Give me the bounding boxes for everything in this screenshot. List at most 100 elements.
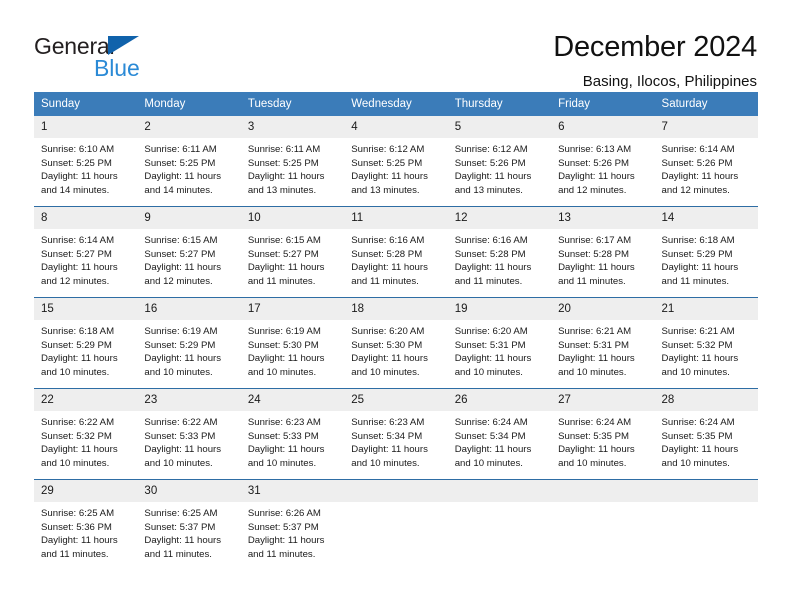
day-daylight-text: Daylight: 11 hours [661,262,739,274]
day-cell[interactable]: 7 Sunrise: 6:14 AM Sunset: 5:26 PM Daylight… [654,116,758,207]
day-daylight-text: and 13 minutes. [454,184,523,196]
general-blue-logo[interactable]: General Blue [34,30,204,80]
day-daylight-text: Daylight: 11 hours [41,353,118,365]
day-cell[interactable]: 20 Sunrise: 6:21 AM Sunset: 5:31 PM Dayligh… [551,297,655,389]
day-daylight-text: Daylight: 11 hours [41,262,118,274]
day-details: Sunrise: 6:11 AM Sunset: 5:25 PM Daylight:… [137,138,240,197]
day-details: Sunrise: 6:24 AM Sunset: 5:34 PM Daylight:… [448,411,551,470]
day-cell[interactable]: 28 Sunrise: 6:24 AM Sunset: 5:35 PM Dayligh… [654,388,758,480]
day-daylight-text: and 14 minutes. [144,184,213,196]
day-cell[interactable]: 24 Sunrise: 6:23 AM Sunset: 5:33 PM Dayligh… [240,388,345,480]
calendar-week-row: 8 Sunrise: 6:14 AM Sunset: 5:27 PM Daylight… [34,206,758,298]
day-details: Sunrise: 6:10 AM Sunset: 5:25 PM Daylight:… [34,138,137,197]
day-details: Sunrise: 6:15 AM Sunset: 5:27 PM Daylight:… [137,229,240,288]
day-cell[interactable]: 11 Sunrise: 6:16 AM Sunset: 5:28 PM Dayligh… [344,206,448,298]
day-cell-empty [344,479,448,570]
day-daylight-text: Daylight: 11 hours [558,171,635,183]
day-cell[interactable]: 13 Sunrise: 6:17 AM Sunset: 5:28 PM Dayligh… [551,206,655,298]
day-sunrise-text: Sunrise: 6:21 AM [661,326,735,337]
day-cell-inner: 13 Sunrise: 6:17 AM Sunset: 5:28 PM Dayligh… [551,207,655,297]
title-block: December 2024 Basing, Ilocos, Philippine… [553,30,757,92]
day-sunset-text: Sunset: 5:28 PM [454,248,526,260]
day-number: 1 [34,116,138,138]
day-daylight-text: Daylight: 11 hours [144,171,222,183]
day-daylight-text: Daylight: 11 hours [247,353,325,365]
weekday-header-friday: Friday [551,92,655,116]
day-daylight-text: and 10 minutes. [41,457,110,469]
day-cell[interactable]: 15 Sunrise: 6:18 AM Sunset: 5:29 PM Dayligh… [34,297,138,389]
day-daylight-text: and 10 minutes. [144,457,213,469]
day-daylight-text: and 10 minutes. [454,366,523,378]
day-cell[interactable]: 12 Sunrise: 6:16 AM Sunset: 5:28 PM Dayligh… [447,206,552,298]
day-cell[interactable]: 18 Sunrise: 6:20 AM Sunset: 5:30 PM Dayligh… [344,297,448,389]
day-sunset-text: Sunset: 5:31 PM [454,339,526,351]
weekday-header-sunday: Sunday [34,92,138,116]
day-daylight-text: and 10 minutes. [247,457,317,469]
day-cell[interactable]: 8 Sunrise: 6:14 AM Sunset: 5:27 PM Daylight… [34,206,138,298]
day-details: Sunrise: 6:21 AM Sunset: 5:32 PM Daylight:… [655,320,758,379]
day-sunset-text: Sunset: 5:33 PM [247,430,319,442]
day-cell[interactable]: 27 Sunrise: 6:24 AM Sunset: 5:35 PM Dayligh… [551,388,655,480]
day-sunset-text: Sunset: 5:29 PM [661,248,733,260]
day-cell[interactable]: 29 Sunrise: 6:25 AM Sunset: 5:36 PM Dayligh… [34,479,138,570]
day-daylight-text: Daylight: 11 hours [247,535,325,547]
day-sunset-text: Sunset: 5:27 PM [144,248,216,260]
day-number: 2 [137,116,241,138]
day-daylight-text: Daylight: 11 hours [454,171,532,183]
day-cell[interactable]: 14 Sunrise: 6:18 AM Sunset: 5:29 PM Dayligh… [654,206,758,298]
day-daylight-text: and 13 minutes. [351,184,420,196]
day-cell[interactable]: 3 Sunrise: 6:11 AM Sunset: 5:25 PM Daylight… [240,116,345,207]
day-cell-inner [654,480,758,570]
day-cell-inner: 9 Sunrise: 6:15 AM Sunset: 5:27 PM Daylight… [137,207,241,297]
day-cell[interactable]: 21 Sunrise: 6:21 AM Sunset: 5:32 PM Dayligh… [654,297,758,389]
day-cell-inner: 20 Sunrise: 6:21 AM Sunset: 5:31 PM Dayligh… [551,298,655,388]
day-cell[interactable]: 5 Sunrise: 6:12 AM Sunset: 5:26 PM Daylight… [447,116,552,207]
day-cell-inner: 21 Sunrise: 6:21 AM Sunset: 5:32 PM Dayligh… [654,298,758,388]
day-details: Sunrise: 6:14 AM Sunset: 5:26 PM Daylight:… [655,138,758,197]
day-cell[interactable]: 22 Sunrise: 6:22 AM Sunset: 5:32 PM Dayligh… [34,388,138,480]
day-cell[interactable]: 19 Sunrise: 6:20 AM Sunset: 5:31 PM Dayligh… [447,297,552,389]
day-sunset-text: Sunset: 5:28 PM [351,248,423,260]
day-cell-empty [654,479,758,570]
day-details: Sunrise: 6:14 AM Sunset: 5:27 PM Daylight:… [34,229,137,288]
day-details: Sunrise: 6:13 AM Sunset: 5:26 PM Daylight:… [551,138,654,197]
day-sunset-text: Sunset: 5:34 PM [351,430,423,442]
day-cell[interactable]: 6 Sunrise: 6:13 AM Sunset: 5:26 PM Daylight… [551,116,655,207]
logo-text-blue: Blue [94,55,140,81]
day-cell[interactable]: 16 Sunrise: 6:19 AM Sunset: 5:29 PM Dayligh… [137,297,241,389]
day-cell[interactable]: 4 Sunrise: 6:12 AM Sunset: 5:25 PM Daylight… [344,116,448,207]
day-number [551,480,655,502]
day-cell-inner [551,480,655,570]
day-cell-inner: 15 Sunrise: 6:18 AM Sunset: 5:29 PM Dayligh… [34,298,138,388]
day-cell[interactable]: 9 Sunrise: 6:15 AM Sunset: 5:27 PM Daylight… [137,206,241,298]
day-number: 22 [34,389,138,411]
weekday-header-monday: Monday [137,92,241,116]
day-number: 12 [447,207,552,229]
day-sunrise-text: Sunrise: 6:20 AM [454,326,528,337]
day-sunrise-text: Sunrise: 6:25 AM [144,508,218,519]
day-details: Sunrise: 6:23 AM Sunset: 5:33 PM Daylight:… [241,411,344,470]
day-cell[interactable]: 25 Sunrise: 6:23 AM Sunset: 5:34 PM Dayligh… [344,388,448,480]
day-cell[interactable]: 1 Sunrise: 6:10 AM Sunset: 5:25 PM Daylight… [34,116,138,207]
day-sunrise-text: Sunrise: 6:12 AM [454,144,528,155]
day-number: 11 [344,207,448,229]
day-cell-inner: 31 Sunrise: 6:26 AM Sunset: 5:37 PM Dayligh… [240,480,345,570]
day-cell[interactable]: 2 Sunrise: 6:11 AM Sunset: 5:25 PM Daylight… [137,116,241,207]
day-cell-inner: 29 Sunrise: 6:25 AM Sunset: 5:36 PM Dayligh… [34,480,138,570]
day-cell[interactable]: 10 Sunrise: 6:15 AM Sunset: 5:27 PM Dayligh… [240,206,345,298]
day-cell[interactable]: 17 Sunrise: 6:19 AM Sunset: 5:30 PM Dayligh… [240,297,345,389]
day-cell[interactable]: 26 Sunrise: 6:24 AM Sunset: 5:34 PM Dayligh… [447,388,552,480]
day-daylight-text: Daylight: 11 hours [41,171,118,183]
day-cell[interactable]: 30 Sunrise: 6:25 AM Sunset: 5:37 PM Dayligh… [137,479,241,570]
day-daylight-text: and 11 minutes. [247,275,316,287]
day-details: Sunrise: 6:21 AM Sunset: 5:31 PM Daylight:… [551,320,654,379]
day-daylight-text: and 11 minutes. [144,548,212,560]
day-cell[interactable]: 23 Sunrise: 6:22 AM Sunset: 5:33 PM Dayligh… [137,388,241,480]
day-daylight-text: Daylight: 11 hours [661,444,739,456]
day-cell-empty [551,479,655,570]
day-sunrise-text: Sunrise: 6:19 AM [144,326,218,337]
day-sunrise-text: Sunrise: 6:13 AM [558,144,632,155]
day-cell[interactable]: 31 Sunrise: 6:26 AM Sunset: 5:37 PM Dayligh… [240,479,345,570]
day-number: 8 [34,207,138,229]
day-daylight-text: Daylight: 11 hours [351,171,428,183]
